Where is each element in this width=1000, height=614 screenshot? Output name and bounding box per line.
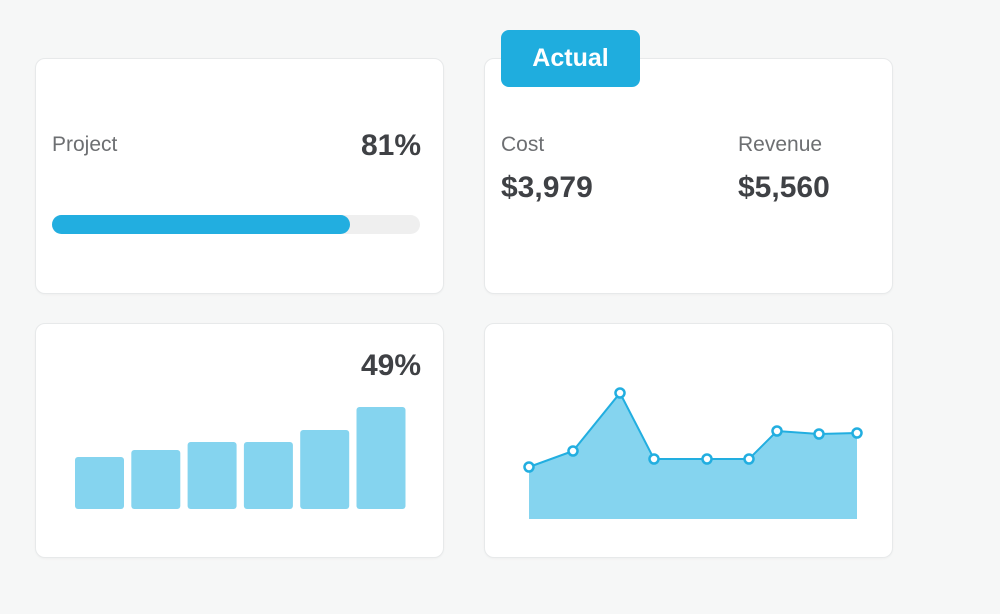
area-chart [523, 387, 863, 519]
area-point-5 [743, 453, 755, 465]
cost-value: $3,979 [501, 171, 593, 204]
bar-2 [187, 442, 237, 509]
project-progress-bar [52, 215, 420, 234]
actual-badge: Actual [501, 30, 640, 87]
revenue-label: Revenue [738, 133, 823, 156]
bar-chart [75, 407, 406, 509]
area-point-4 [701, 453, 713, 465]
area-point-6 [771, 425, 783, 437]
project-label: Project [52, 133, 118, 156]
area-point-3 [648, 453, 660, 465]
project-progress-fill [52, 215, 351, 234]
area-point-8 [851, 427, 863, 439]
bar-5 [356, 407, 406, 509]
area-point-0 [523, 461, 535, 473]
actual-card: Cost $3,979 Revenue $5,560 [484, 58, 893, 294]
revenue-value: $5,560 [738, 171, 830, 204]
project-card: Project 81% [35, 58, 444, 294]
area-point-7 [813, 428, 825, 440]
bar-1 [131, 450, 181, 509]
bar-4 [300, 430, 350, 509]
area-point-1 [567, 445, 579, 457]
area-chart-card [484, 323, 893, 558]
bar-3 [243, 442, 293, 509]
cost-label: Cost [501, 133, 545, 156]
bar-chart-card: 49% [35, 323, 444, 558]
area-point-2 [614, 387, 626, 399]
project-percent: 81% [360, 129, 421, 162]
area-fill [529, 393, 857, 519]
bar-0 [75, 457, 124, 509]
